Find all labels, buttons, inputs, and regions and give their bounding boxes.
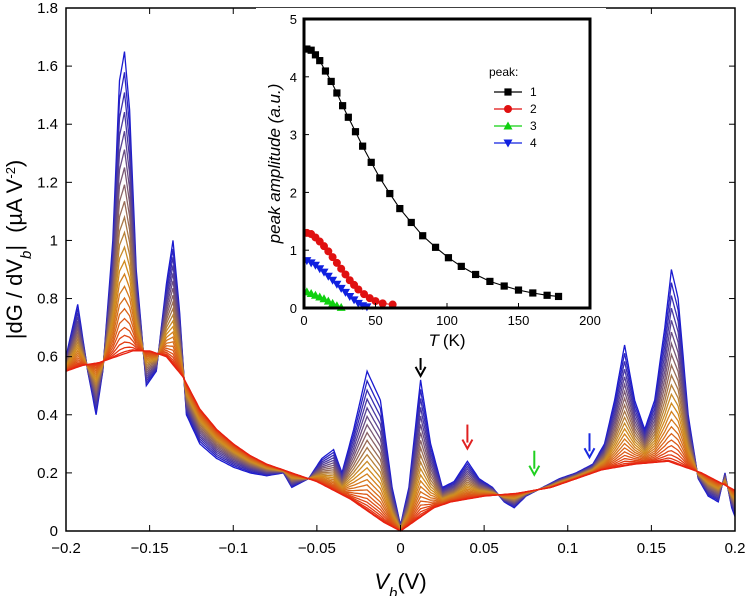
legend-label: 2 [530, 102, 537, 116]
x-axis-subscript: b [389, 585, 397, 596]
data-point [367, 158, 375, 166]
inset-x-axis-title: T (K) [428, 331, 465, 350]
data-point [529, 289, 537, 297]
y-tick-label: 1.4 [37, 116, 58, 133]
inset-x-tick-label: 100 [436, 313, 458, 328]
y-tick-label: 0.2 [37, 465, 58, 482]
legend-title: peak: [489, 65, 518, 79]
inset-plot: 0 50 100 150 200 0 1 2 3 4 5 T (K) peak amplitude … [256, 8, 606, 358]
main-x-axis-title: Vb(V) [374, 569, 426, 596]
data-point [386, 189, 394, 198]
data-point [500, 282, 508, 290]
y-tick-label: 1 [50, 232, 58, 249]
data-point [504, 105, 512, 113]
y-tick-label: 0.6 [37, 349, 58, 366]
legend-label: 4 [530, 136, 537, 150]
y-tick-label: 1.2 [37, 174, 58, 191]
x-tick-label: −0.05 [298, 540, 336, 557]
data-point [378, 299, 387, 308]
inset-x-tick-label: 50 [368, 313, 382, 328]
data-point [376, 174, 384, 182]
inset-y-axis-title: peak amplitude (a.u.) [265, 84, 284, 245]
x-tick-label: −0.2 [51, 540, 81, 557]
data-point [344, 113, 352, 121]
x-tick-label: −0.15 [131, 540, 169, 557]
x-axis-unit: (V) [397, 569, 426, 594]
peak-arrow-2 [461, 424, 474, 451]
data-point [514, 286, 523, 294]
peak-arrows [414, 351, 596, 477]
x-tick-label: 0.1 [557, 540, 578, 557]
x-tick-label: 0 [396, 540, 404, 557]
data-point [359, 142, 367, 150]
inset-x-symbol: T [428, 331, 440, 350]
inset-x-tick-label: 200 [579, 313, 601, 328]
x-tick-label: 0.15 [637, 540, 666, 557]
inset-y-tick-label: 2 [290, 185, 297, 200]
y-tick-label: 0 [50, 523, 58, 540]
inset-x-unit: (K) [443, 331, 466, 350]
x-tick-label: −0.1 [218, 540, 248, 557]
data-point [554, 292, 563, 301]
data-point [316, 57, 324, 65]
data-point [486, 277, 494, 286]
x-tick-label: 0.2 [725, 540, 746, 557]
main-y-axis-title: |dG / dVb| (µA V-2) [2, 160, 35, 340]
data-point [396, 204, 404, 213]
data-point [431, 243, 440, 251]
inset-y-tick-label: 5 [290, 12, 297, 27]
y-axis-unit-sup: -2 [3, 167, 18, 179]
data-point [327, 77, 335, 86]
y-axis-subscript: b [18, 251, 35, 259]
data-point [457, 262, 465, 270]
data-point [407, 218, 415, 227]
y-tick-label: 1.8 [37, 0, 58, 17]
data-point [339, 102, 347, 110]
inset-x-tick-label: 150 [508, 313, 530, 328]
data-point [472, 270, 480, 279]
data-point [543, 291, 551, 299]
data-point [444, 254, 453, 262]
data-point [351, 128, 360, 136]
y-tick-label: 1.6 [37, 58, 58, 75]
figure: −0.2 −0.15 −0.1 −0.05 0 0.05 0.1 0.15 0.2 0 0.2 0.… [2, 0, 746, 596]
y-axis-unit-close: ) [2, 160, 27, 167]
inset-y-tick-label: 0 [290, 301, 297, 316]
peak-arrow-4 [583, 433, 596, 460]
inset-y-tick-label: 4 [290, 70, 297, 85]
y-axis-suffix: | [2, 245, 27, 251]
inset-y-tick-label: 3 [290, 128, 297, 143]
x-tick-label: 0.05 [470, 540, 499, 557]
peak-arrow-3 [528, 450, 541, 477]
legend-label: 3 [530, 119, 537, 133]
data-point [419, 232, 427, 240]
y-axis-unit-open: (µA V [2, 178, 27, 233]
inset-y-tick-label: 1 [290, 243, 297, 258]
data-point [504, 88, 512, 96]
y-tick-label: 0.4 [37, 407, 58, 424]
inset-background [256, 8, 606, 358]
data-point [333, 89, 341, 97]
inset-x-tick-label: 0 [300, 313, 307, 328]
data-point [321, 67, 330, 75]
curve-21 [65, 341, 736, 532]
y-tick-label: 0.8 [37, 291, 58, 308]
curve-20 [65, 334, 736, 532]
y-axis-prefix: |dG / dV [2, 259, 27, 340]
legend-label: 1 [530, 85, 537, 99]
